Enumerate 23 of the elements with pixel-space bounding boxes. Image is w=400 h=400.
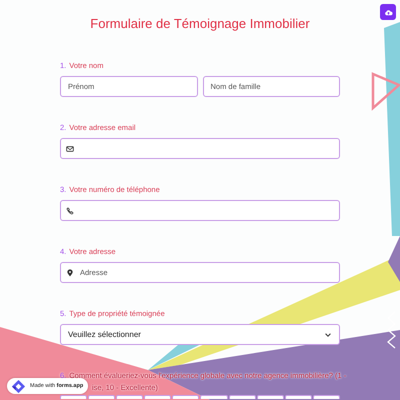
upload-button[interactable] (380, 4, 396, 20)
location-pin-icon (66, 268, 74, 276)
background-shape (388, 236, 400, 282)
rating-option[interactable] (200, 395, 228, 399)
input-field[interactable] (60, 200, 340, 221)
rating-option[interactable] (60, 395, 88, 399)
chevron-down-icon (324, 330, 332, 338)
cloud-upload-icon (384, 8, 392, 16)
select-field[interactable]: Veuillez sélectionner (60, 324, 340, 345)
rating-option[interactable] (284, 395, 312, 399)
rating-option[interactable] (116, 395, 144, 399)
phone-icon (66, 206, 74, 214)
rating-option[interactable] (172, 395, 200, 399)
rating-option[interactable] (256, 395, 284, 399)
rating-option[interactable] (88, 395, 116, 399)
triangle-outline (372, 72, 400, 111)
rating-option[interactable] (312, 395, 340, 399)
input-field[interactable] (60, 138, 340, 159)
mail-icon (66, 144, 74, 152)
rating-option[interactable] (228, 395, 256, 399)
rating-option[interactable] (144, 395, 172, 399)
form-title: Formulaire de Témoignage Immobilier (89, 16, 311, 32)
logo-icon (11, 378, 26, 394)
